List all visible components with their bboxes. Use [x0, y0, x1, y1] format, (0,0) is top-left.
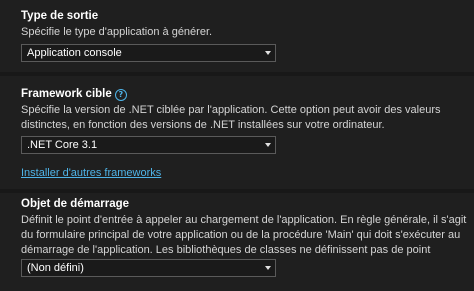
output-type-selected-value: Application console — [27, 47, 122, 59]
install-frameworks-link[interactable]: Installer d'autres frameworks — [21, 167, 161, 179]
target-framework-title: Framework cible — [21, 88, 112, 100]
startup-object-title: Objet de démarrage — [21, 198, 130, 210]
chevron-down-icon — [265, 143, 271, 147]
project-properties-page: Type de sortie Spécifie le type d'applic… — [0, 0, 474, 291]
startup-object-dropdown[interactable]: (Non défini) — [21, 259, 276, 277]
chevron-down-icon — [265, 266, 271, 270]
output-type-description: Spécifie le type d'application à générer… — [21, 26, 213, 38]
target-framework-description: Spécifie la version de .NET ciblée par l… — [21, 104, 441, 131]
chevron-down-icon — [265, 51, 271, 55]
target-framework-title-row: Framework cible? — [21, 88, 127, 101]
output-type-title: Type de sortie — [21, 10, 99, 22]
startup-object-selected-value: (Non défini) — [27, 262, 84, 274]
target-framework-dropdown[interactable]: .NET Core 3.1 — [21, 136, 276, 154]
help-icon[interactable]: ? — [114, 89, 127, 101]
target-framework-selected-value: .NET Core 3.1 — [27, 139, 98, 151]
output-type-dropdown[interactable]: Application console — [21, 44, 276, 62]
